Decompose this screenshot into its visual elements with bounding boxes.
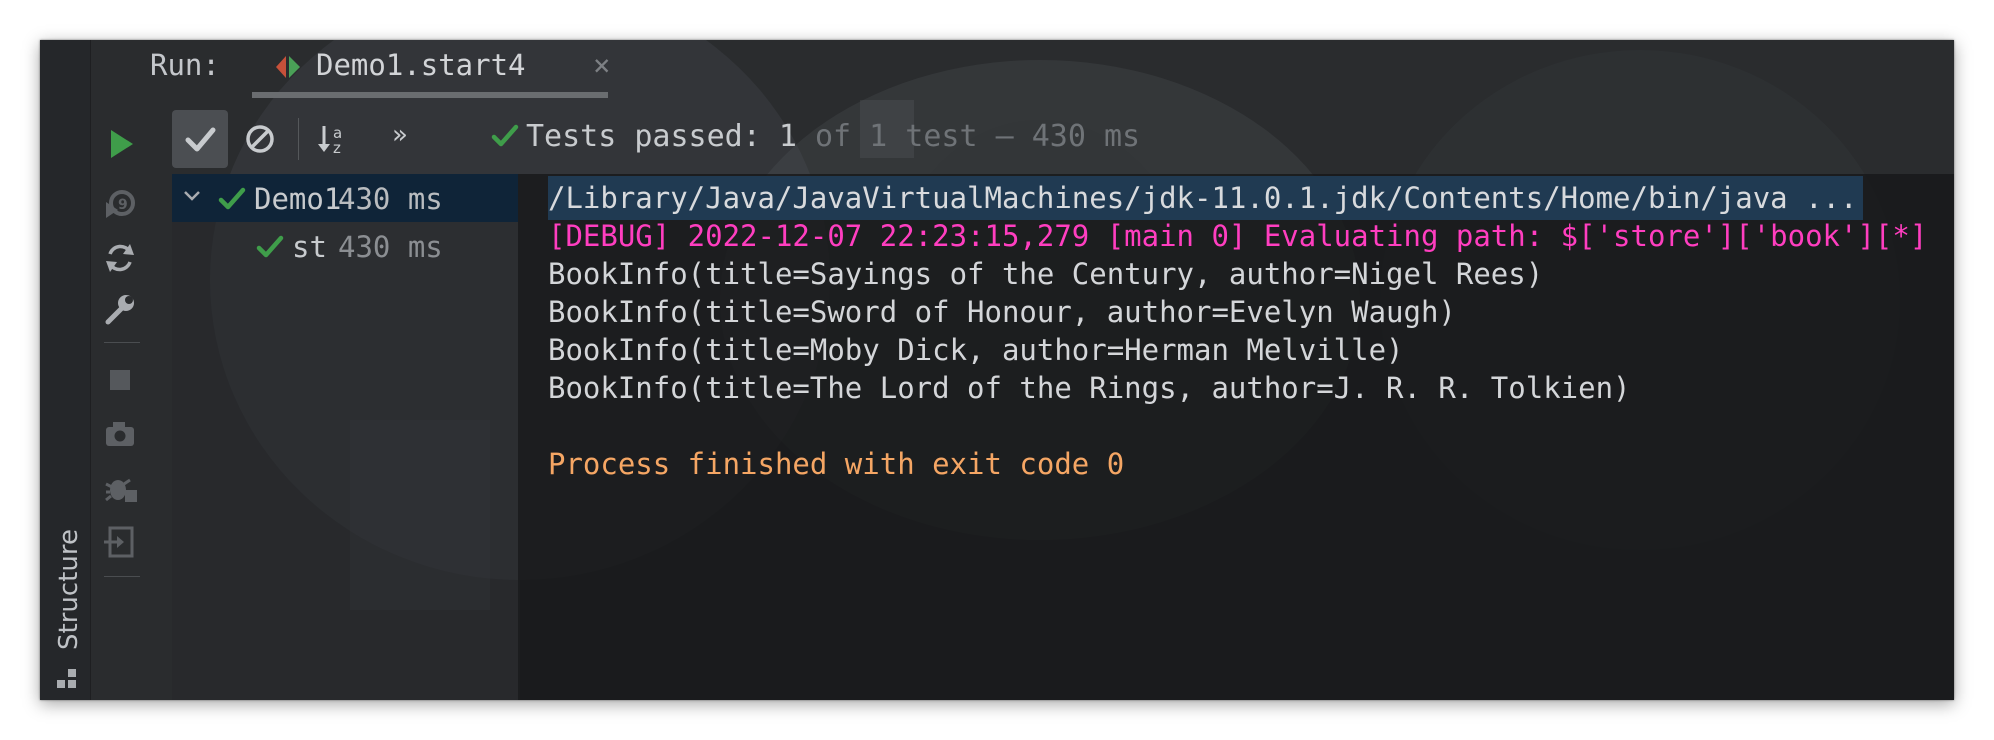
status-passed-count: 1 [778, 119, 797, 154]
tree-item-time: 430 ms [338, 182, 443, 216]
tab-label: Demo1.start4 [316, 48, 526, 82]
tree-item-name: Demo1 [254, 182, 342, 216]
exit-icon[interactable] [100, 522, 140, 562]
test-status: Tests passed: 1 of 1 test – 430 ms [490, 112, 1140, 162]
svg-text:z: z [333, 139, 341, 157]
sort-alphabetically-button[interactable]: a z [308, 110, 364, 168]
show-passed-button[interactable] [172, 110, 228, 168]
status-label: Tests passed: [526, 119, 761, 154]
run-config-icon [276, 56, 300, 78]
debug-icon[interactable] [100, 468, 140, 508]
ignored-icon [246, 125, 274, 153]
more-button[interactable]: » [378, 110, 434, 168]
structure-sidebar: Structure [40, 40, 91, 700]
tree-item-name: st [292, 230, 327, 264]
console-output[interactable]: /Library/Java/JavaVirtualMachines/jdk-11… [520, 174, 1954, 700]
console-line-exit: Process finished with exit code 0 [548, 447, 1125, 481]
structure-icon[interactable] [56, 668, 78, 690]
toolbar-separator [104, 576, 140, 577]
wrench-icon[interactable] [100, 290, 140, 330]
tab-demo1-start4[interactable]: Demo1.start4 × [250, 40, 612, 98]
tree-item-demo1[interactable]: Demo1 430 ms [172, 174, 518, 222]
run-label: Run: [150, 48, 220, 82]
passed-check-icon [491, 124, 519, 147]
close-icon[interactable]: × [593, 48, 610, 82]
checkmark-icon [185, 127, 216, 152]
status-detail: of 1 test – 430 ms [815, 119, 1141, 154]
tab-underline [252, 92, 608, 98]
test-tree: Demo1 430 ms st 430 ms [172, 174, 518, 700]
structure-tab[interactable]: Structure [54, 529, 84, 650]
rerun-failed-icon[interactable]: 9 [100, 184, 140, 224]
rerun-icon[interactable] [100, 238, 140, 278]
run-header: Run: Demo1.start4 × [90, 40, 1954, 98]
stop-icon[interactable] [100, 360, 140, 400]
camera-icon[interactable] [100, 414, 140, 454]
tree-item-st[interactable]: st 430 ms [172, 222, 518, 270]
show-ignored-button[interactable] [232, 110, 288, 168]
console-line-output: BookInfo(title=The Lord of the Rings, au… [548, 371, 1631, 405]
passed-check-icon [218, 187, 246, 210]
passed-check-icon [256, 235, 284, 258]
svg-text:9: 9 [118, 197, 128, 213]
more-chevron-icon: » [392, 120, 408, 150]
tree-item-time: 430 ms [338, 230, 443, 264]
chevron-down-icon[interactable] [180, 184, 204, 208]
toolbar-separator [298, 118, 299, 160]
run-tool-window: Structure Run: Demo1.start4 × 9 a z » Te… [40, 40, 1954, 700]
run-icon[interactable] [100, 124, 140, 164]
left-toolbar: 9 [90, 98, 150, 700]
sort-alpha-icon: a z [318, 124, 342, 157]
toolbar-separator [104, 342, 140, 343]
